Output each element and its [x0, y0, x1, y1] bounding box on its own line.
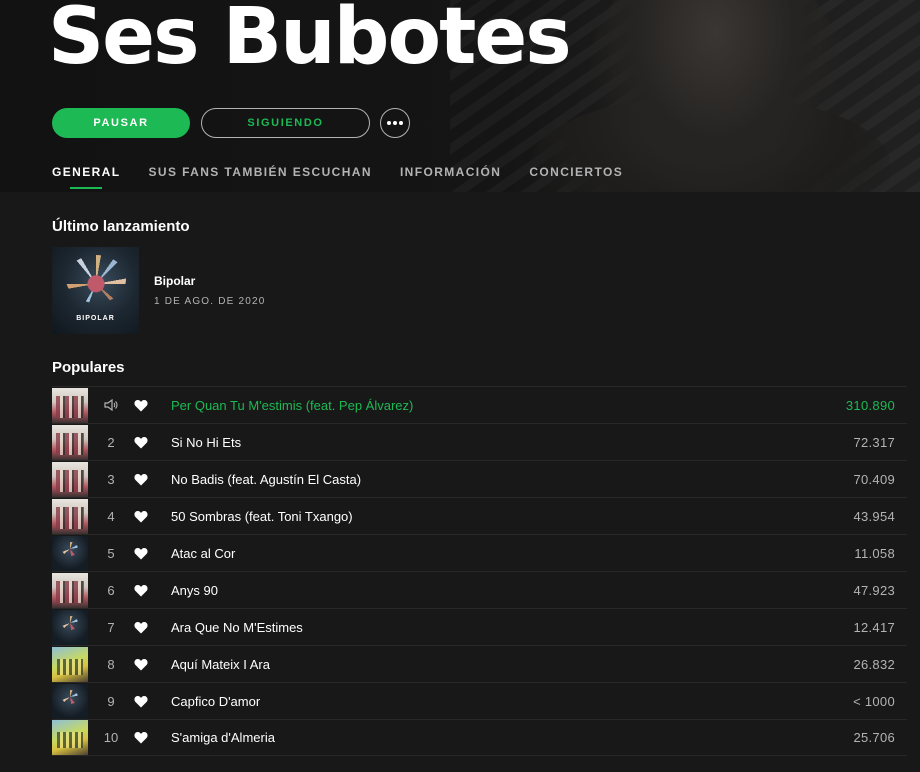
- latest-release-date: 1 DE AGO. DE 2020: [154, 296, 266, 307]
- track-thumbnail: [52, 535, 88, 571]
- popular-heading: Populares: [52, 359, 125, 376]
- track-thumbnail: [52, 461, 88, 497]
- heart-icon[interactable]: [134, 658, 166, 671]
- track-number: 4: [107, 508, 115, 524]
- track-thumbnail: [52, 720, 88, 755]
- track-row[interactable]: 2 Si No Hi Ets 72.317: [52, 423, 907, 460]
- more-horizontal-icon: [387, 121, 391, 125]
- pause-button[interactable]: PAUSAR: [52, 108, 190, 138]
- track-row[interactable]: 10 S'amiga d'Almeria 25.706: [52, 719, 907, 756]
- track-row[interactable]: 3 No Badis (feat. Agustín El Casta) 70.4…: [52, 460, 907, 497]
- track-play-count: 26.832: [853, 656, 895, 672]
- latest-release-title[interactable]: Bipolar: [154, 274, 195, 288]
- track-play-count: 12.417: [853, 619, 895, 635]
- track-number: 5: [107, 545, 115, 561]
- track-thumbnail: [52, 572, 88, 608]
- track-title[interactable]: 50 Sombras (feat. Toni Txango): [166, 509, 787, 524]
- track-title[interactable]: Aquí Mateix I Ara: [166, 657, 787, 672]
- track-thumbnail: [52, 683, 88, 719]
- heart-icon[interactable]: [134, 584, 166, 597]
- speaker-icon: [88, 399, 134, 411]
- tab-general[interactable]: GENERAL: [52, 165, 120, 189]
- more-dot: [393, 121, 397, 125]
- track-row[interactable]: 7 Ara Que No M'Estimes 12.417: [52, 608, 907, 645]
- track-play-count: 43.954: [853, 508, 895, 524]
- latest-release-heading: Último lanzamiento: [52, 218, 190, 235]
- track-play-count: 11.058: [854, 545, 895, 561]
- heart-icon[interactable]: [134, 731, 166, 744]
- heart-icon[interactable]: [134, 399, 166, 412]
- track-thumbnail: [52, 387, 88, 423]
- track-number: 7: [107, 619, 115, 635]
- artist-tabs: GENERAL SUS FANS TAMBIÉN ESCUCHAN INFORM…: [52, 165, 651, 189]
- track-row[interactable]: 6 Anys 90 47.923: [52, 571, 907, 608]
- track-title[interactable]: Atac al Cor: [166, 546, 787, 561]
- tab-about[interactable]: INFORMACIÓN: [400, 165, 501, 189]
- track-title[interactable]: Anys 90: [166, 583, 787, 598]
- cover-title-text: BIPOLAR: [76, 315, 115, 322]
- track-number: 6: [107, 582, 115, 598]
- track-thumbnail: [52, 498, 88, 534]
- track-play-count: 47.923: [853, 582, 895, 598]
- following-button[interactable]: SIGUIENDO: [201, 108, 370, 138]
- artist-photo: [590, 0, 840, 192]
- track-row[interactable]: 9 Capfico D'amor < 1000: [52, 682, 907, 719]
- track-title[interactable]: Capfico D'amor: [166, 694, 787, 709]
- track-number: 3: [107, 471, 115, 487]
- artist-page: Ses Bubotes PAUSAR SIGUIENDO GENERAL SUS…: [0, 0, 920, 772]
- track-row[interactable]: 4 50 Sombras (feat. Toni Txango) 43.954: [52, 497, 907, 534]
- latest-release-cover[interactable]: BIPOLAR: [52, 247, 139, 334]
- track-title[interactable]: Per Quan Tu M'estimis (feat. Pep Álvarez…: [166, 398, 787, 413]
- track-play-count: < 1000: [853, 693, 895, 709]
- artist-header: Ses Bubotes PAUSAR SIGUIENDO GENERAL SUS…: [0, 0, 920, 192]
- heart-icon[interactable]: [134, 621, 166, 634]
- track-play-count: 70.409: [853, 471, 895, 487]
- heart-icon[interactable]: [134, 436, 166, 449]
- cover-artwork: [66, 255, 126, 303]
- track-title[interactable]: Ara Que No M'Estimes: [166, 620, 787, 635]
- track-thumbnail: [52, 646, 88, 682]
- heart-icon[interactable]: [134, 473, 166, 486]
- tab-fans-also-like[interactable]: SUS FANS TAMBIÉN ESCUCHAN: [148, 165, 371, 189]
- track-play-count: 310.890: [845, 397, 895, 413]
- track-row[interactable]: 8 Aquí Mateix I Ara 26.832: [52, 645, 907, 682]
- tab-concerts[interactable]: CONCIERTOS: [529, 165, 623, 189]
- heart-icon[interactable]: [134, 510, 166, 523]
- popular-tracklist: Per Quan Tu M'estimis (feat. Pep Álvarez…: [52, 386, 907, 756]
- track-title[interactable]: Si No Hi Ets: [166, 435, 787, 450]
- track-play-count: 25.706: [853, 730, 895, 745]
- track-row[interactable]: Per Quan Tu M'estimis (feat. Pep Álvarez…: [52, 386, 907, 423]
- heart-icon[interactable]: [134, 547, 166, 560]
- track-number: 9: [107, 693, 115, 709]
- track-number: 8: [107, 656, 115, 672]
- track-number: 10: [103, 730, 119, 745]
- track-number: 2: [107, 434, 115, 450]
- track-thumbnail: [52, 609, 88, 645]
- track-title[interactable]: S'amiga d'Almeria: [166, 730, 787, 745]
- track-title[interactable]: No Badis (feat. Agustín El Casta): [166, 472, 787, 487]
- artist-name: Ses Bubotes: [48, 0, 572, 82]
- more-options-button[interactable]: [380, 108, 410, 138]
- track-thumbnail: [52, 424, 88, 460]
- track-play-count: 72.317: [853, 434, 895, 450]
- heart-icon[interactable]: [134, 695, 166, 708]
- track-row[interactable]: 5 Atac al Cor 11.058: [52, 534, 907, 571]
- more-dot: [399, 121, 403, 125]
